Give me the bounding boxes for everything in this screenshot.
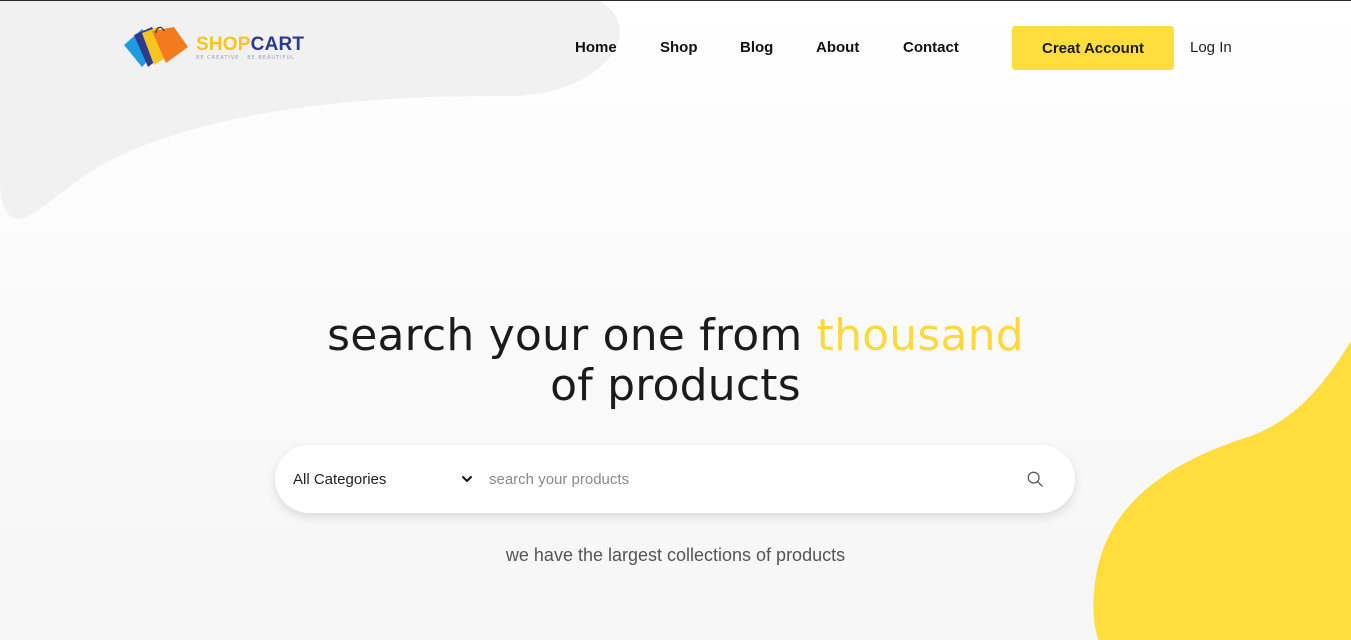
hero-headline: search your one from thousand of product…: [327, 310, 1024, 411]
search-icon: [1027, 471, 1043, 487]
search-input[interactable]: [489, 467, 989, 491]
headline-accent: thousand: [816, 310, 1024, 361]
subtitle-text: we have the largest collections of produ…: [505, 545, 846, 565]
create-account-button[interactable]: Creat Account: [1012, 26, 1174, 70]
search-button[interactable]: [1023, 467, 1047, 491]
nav-contact-link[interactable]: Contact: [903, 39, 959, 56]
nav-blog-link[interactable]: Blog: [740, 39, 773, 56]
search-bar: All Categories: [275, 445, 1075, 513]
logo-bags-icon: [124, 26, 188, 67]
nav-about-link[interactable]: About: [816, 39, 859, 56]
nav-shop-link[interactable]: Shop: [660, 39, 698, 56]
category-select[interactable]: All Categories: [293, 467, 473, 491]
brand-name: SHOPCART: [196, 34, 305, 55]
hero-section: search your one from thousand of product…: [0, 311, 1351, 411]
chevron-down-icon: [462, 476, 472, 483]
category-select-value: All Categories: [293, 470, 387, 488]
nav-home-link[interactable]: Home: [575, 39, 617, 56]
login-link[interactable]: Log In: [1190, 39, 1232, 56]
brand-tagline: BE CREATIVE · BE BEAUTIFUL: [196, 55, 295, 61]
logo[interactable]: SHOPCART BE CREATIVE · BE BEAUTIFUL: [122, 25, 322, 71]
page: SHOPCART BE CREATIVE · BE BEAUTIFUL Home…: [0, 0, 1351, 640]
header: SHOPCART BE CREATIVE · BE BEAUTIFUL Home…: [0, 1, 1351, 96]
